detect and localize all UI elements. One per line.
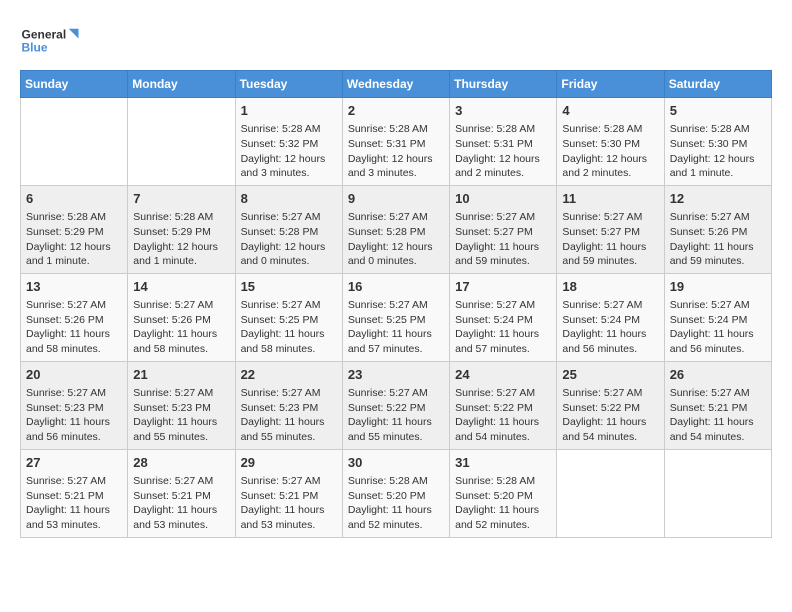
day-number: 6 <box>26 190 122 208</box>
calendar-cell <box>128 98 235 186</box>
day-number: 28 <box>133 454 229 472</box>
day-number: 24 <box>455 366 551 384</box>
day-number: 19 <box>670 278 766 296</box>
day-number: 31 <box>455 454 551 472</box>
day-number: 22 <box>241 366 337 384</box>
calendar-header-row: SundayMondayTuesdayWednesdayThursdayFrid… <box>21 71 772 98</box>
calendar-cell: 26Sunrise: 5:27 AM Sunset: 5:21 PM Dayli… <box>664 361 771 449</box>
calendar-cell: 31Sunrise: 5:28 AM Sunset: 5:20 PM Dayli… <box>450 449 557 537</box>
calendar-cell: 28Sunrise: 5:27 AM Sunset: 5:21 PM Dayli… <box>128 449 235 537</box>
calendar-cell: 24Sunrise: 5:27 AM Sunset: 5:22 PM Dayli… <box>450 361 557 449</box>
page-header: GeneralBlue <box>20 20 772 60</box>
day-number: 15 <box>241 278 337 296</box>
day-number: 11 <box>562 190 658 208</box>
calendar-cell: 25Sunrise: 5:27 AM Sunset: 5:22 PM Dayli… <box>557 361 664 449</box>
day-number: 12 <box>670 190 766 208</box>
day-number: 23 <box>348 366 444 384</box>
calendar-cell: 27Sunrise: 5:27 AM Sunset: 5:21 PM Dayli… <box>21 449 128 537</box>
svg-text:Blue: Blue <box>22 40 48 54</box>
day-number: 20 <box>26 366 122 384</box>
calendar-cell: 19Sunrise: 5:27 AM Sunset: 5:24 PM Dayli… <box>664 273 771 361</box>
weekday-header: Wednesday <box>342 71 449 98</box>
calendar-cell: 10Sunrise: 5:27 AM Sunset: 5:27 PM Dayli… <box>450 185 557 273</box>
day-number: 3 <box>455 102 551 120</box>
calendar-cell: 6Sunrise: 5:28 AM Sunset: 5:29 PM Daylig… <box>21 185 128 273</box>
calendar-cell: 16Sunrise: 5:27 AM Sunset: 5:25 PM Dayli… <box>342 273 449 361</box>
calendar-table: SundayMondayTuesdayWednesdayThursdayFrid… <box>20 70 772 538</box>
logo: GeneralBlue <box>20 20 80 60</box>
logo-icon: GeneralBlue <box>20 20 80 60</box>
calendar-cell: 5Sunrise: 5:28 AM Sunset: 5:30 PM Daylig… <box>664 98 771 186</box>
calendar-cell: 29Sunrise: 5:27 AM Sunset: 5:21 PM Dayli… <box>235 449 342 537</box>
calendar-cell: 21Sunrise: 5:27 AM Sunset: 5:23 PM Dayli… <box>128 361 235 449</box>
weekday-header: Tuesday <box>235 71 342 98</box>
weekday-header: Sunday <box>21 71 128 98</box>
calendar-cell <box>557 449 664 537</box>
day-number: 18 <box>562 278 658 296</box>
day-number: 14 <box>133 278 229 296</box>
day-number: 16 <box>348 278 444 296</box>
day-number: 29 <box>241 454 337 472</box>
weekday-header: Thursday <box>450 71 557 98</box>
day-number: 5 <box>670 102 766 120</box>
calendar-cell: 22Sunrise: 5:27 AM Sunset: 5:23 PM Dayli… <box>235 361 342 449</box>
day-number: 27 <box>26 454 122 472</box>
calendar-cell <box>664 449 771 537</box>
calendar-week-row: 1Sunrise: 5:28 AM Sunset: 5:32 PM Daylig… <box>21 98 772 186</box>
calendar-cell: 7Sunrise: 5:28 AM Sunset: 5:29 PM Daylig… <box>128 185 235 273</box>
calendar-cell: 20Sunrise: 5:27 AM Sunset: 5:23 PM Dayli… <box>21 361 128 449</box>
calendar-cell: 2Sunrise: 5:28 AM Sunset: 5:31 PM Daylig… <box>342 98 449 186</box>
calendar-cell: 23Sunrise: 5:27 AM Sunset: 5:22 PM Dayli… <box>342 361 449 449</box>
day-number: 17 <box>455 278 551 296</box>
calendar-cell: 9Sunrise: 5:27 AM Sunset: 5:28 PM Daylig… <box>342 185 449 273</box>
day-number: 26 <box>670 366 766 384</box>
calendar-cell: 11Sunrise: 5:27 AM Sunset: 5:27 PM Dayli… <box>557 185 664 273</box>
day-number: 25 <box>562 366 658 384</box>
day-number: 2 <box>348 102 444 120</box>
weekday-header: Friday <box>557 71 664 98</box>
calendar-cell: 15Sunrise: 5:27 AM Sunset: 5:25 PM Dayli… <box>235 273 342 361</box>
day-number: 7 <box>133 190 229 208</box>
calendar-cell: 30Sunrise: 5:28 AM Sunset: 5:20 PM Dayli… <box>342 449 449 537</box>
calendar-cell: 3Sunrise: 5:28 AM Sunset: 5:31 PM Daylig… <box>450 98 557 186</box>
calendar-cell: 17Sunrise: 5:27 AM Sunset: 5:24 PM Dayli… <box>450 273 557 361</box>
calendar-cell: 12Sunrise: 5:27 AM Sunset: 5:26 PM Dayli… <box>664 185 771 273</box>
day-number: 30 <box>348 454 444 472</box>
day-number: 13 <box>26 278 122 296</box>
day-number: 1 <box>241 102 337 120</box>
day-number: 4 <box>562 102 658 120</box>
calendar-week-row: 13Sunrise: 5:27 AM Sunset: 5:26 PM Dayli… <box>21 273 772 361</box>
calendar-week-row: 27Sunrise: 5:27 AM Sunset: 5:21 PM Dayli… <box>21 449 772 537</box>
calendar-cell: 8Sunrise: 5:27 AM Sunset: 5:28 PM Daylig… <box>235 185 342 273</box>
calendar-cell: 13Sunrise: 5:27 AM Sunset: 5:26 PM Dayli… <box>21 273 128 361</box>
calendar-week-row: 20Sunrise: 5:27 AM Sunset: 5:23 PM Dayli… <box>21 361 772 449</box>
weekday-header: Monday <box>128 71 235 98</box>
calendar-cell: 1Sunrise: 5:28 AM Sunset: 5:32 PM Daylig… <box>235 98 342 186</box>
calendar-week-row: 6Sunrise: 5:28 AM Sunset: 5:29 PM Daylig… <box>21 185 772 273</box>
day-number: 8 <box>241 190 337 208</box>
day-number: 9 <box>348 190 444 208</box>
weekday-header: Saturday <box>664 71 771 98</box>
calendar-cell: 4Sunrise: 5:28 AM Sunset: 5:30 PM Daylig… <box>557 98 664 186</box>
day-number: 10 <box>455 190 551 208</box>
svg-text:General: General <box>22 28 67 42</box>
calendar-cell: 14Sunrise: 5:27 AM Sunset: 5:26 PM Dayli… <box>128 273 235 361</box>
calendar-cell <box>21 98 128 186</box>
day-number: 21 <box>133 366 229 384</box>
calendar-cell: 18Sunrise: 5:27 AM Sunset: 5:24 PM Dayli… <box>557 273 664 361</box>
